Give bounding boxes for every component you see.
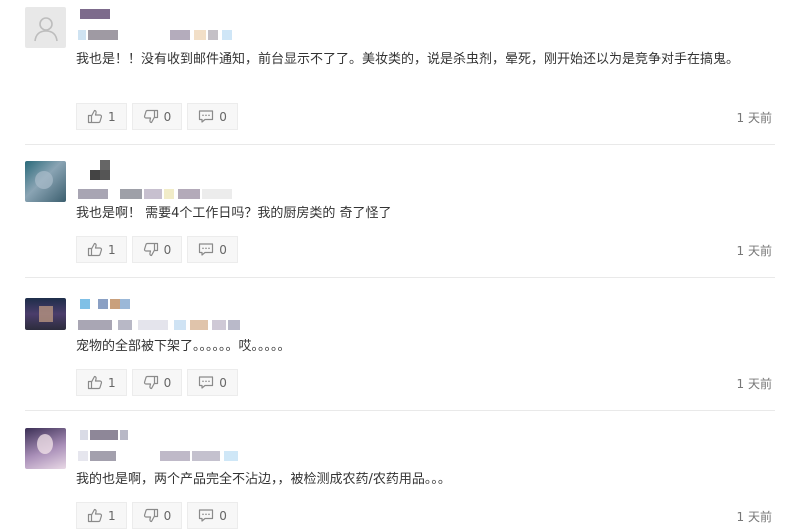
dislike-count: 0: [163, 109, 172, 124]
thumbs-down-icon: [143, 375, 158, 390]
dislike-count: 0: [163, 375, 172, 390]
comment-text: 我也是！！没有收到邮件通知，前台显示不了了。美妆类的，说是杀虫剂，晕死，刚开始还…: [76, 52, 740, 67]
user-meta-pixelated: [78, 30, 238, 40]
username-pixelated[interactable]: [90, 160, 110, 180]
like-button[interactable]: 1: [76, 369, 127, 396]
speech-bubble-icon: [199, 243, 214, 256]
comment-time: 1 天前: [736, 377, 772, 391]
like-count: 1: [108, 375, 116, 390]
avatar[interactable]: [25, 7, 66, 48]
like-count: 1: [108, 109, 116, 124]
comment-item: 我的也是啊，两个产品完全不沾边，，被检测成农药/农药用品。。。 1 0 0 1 …: [0, 411, 802, 529]
comment-time: 1 天前: [736, 111, 772, 125]
like-count: 1: [108, 242, 116, 257]
reply-count: 0: [219, 375, 227, 390]
user-silhouette-icon: [33, 16, 58, 41]
comment-text: 我的也是啊，两个产品完全不沾边，，被检测成农药/农药用品。。。: [76, 472, 451, 487]
reply-count: 0: [219, 242, 227, 257]
thumbs-up-icon: [87, 109, 103, 124]
reply-count: 0: [219, 109, 227, 124]
speech-bubble-icon: [199, 376, 214, 389]
thumbs-up-icon: [87, 508, 103, 523]
thumbs-up-icon: [87, 242, 103, 257]
avatar[interactable]: [25, 428, 66, 469]
thumbs-down-icon: [143, 508, 158, 523]
user-meta-pixelated: [78, 320, 243, 330]
dislike-button[interactable]: 0: [131, 236, 183, 263]
reply-button[interactable]: 0: [187, 369, 238, 396]
comment-actions: 1 0 0: [76, 369, 238, 396]
avatar[interactable]: [25, 161, 66, 202]
user-meta-pixelated: [78, 189, 238, 199]
speech-bubble-icon: [199, 509, 214, 522]
comment-item: 我也是啊！ 需要4个工作日吗？我的厨房类的 奇了怪了 1 0 0 1 天前: [0, 145, 802, 278]
username-pixelated[interactable]: [80, 9, 110, 19]
dislike-button[interactable]: 0: [131, 103, 183, 130]
comment-time: 1 天前: [736, 244, 772, 258]
like-button[interactable]: 1: [76, 236, 127, 263]
thumbs-down-icon: [143, 242, 158, 257]
dislike-button[interactable]: 0: [131, 369, 183, 396]
speech-bubble-icon: [199, 110, 214, 123]
username-pixelated[interactable]: [80, 430, 130, 440]
dislike-count: 0: [163, 242, 172, 257]
thumbs-up-icon: [87, 375, 103, 390]
comment-item: 宠物的全部被下架了。。。。。。哎。。。。。 1 0 0 1 天前: [0, 278, 802, 411]
comment-text: 宠物的全部被下架了。。。。。。哎。。。。。: [76, 339, 291, 354]
like-count: 1: [108, 508, 116, 523]
avatar[interactable]: [25, 298, 66, 330]
reply-button[interactable]: 0: [187, 236, 238, 263]
dislike-count: 0: [163, 508, 172, 523]
reply-button[interactable]: 0: [187, 103, 238, 130]
like-button[interactable]: 1: [76, 103, 127, 130]
comment-actions: 1 0 0: [76, 236, 238, 263]
comment-item: 我也是！！没有收到邮件通知，前台显示不了了。美妆类的，说是杀虫剂，晕死，刚开始还…: [0, 0, 802, 145]
comment-actions: 1 0 0: [76, 103, 238, 130]
thumbs-down-icon: [143, 109, 158, 124]
username-pixelated[interactable]: [80, 299, 140, 309]
comment-text: 我也是啊！ 需要4个工作日吗？我的厨房类的 奇了怪了: [76, 206, 392, 221]
user-meta-pixelated: [78, 451, 243, 461]
reply-count: 0: [219, 508, 227, 523]
comment-time: 1 天前: [736, 510, 772, 524]
